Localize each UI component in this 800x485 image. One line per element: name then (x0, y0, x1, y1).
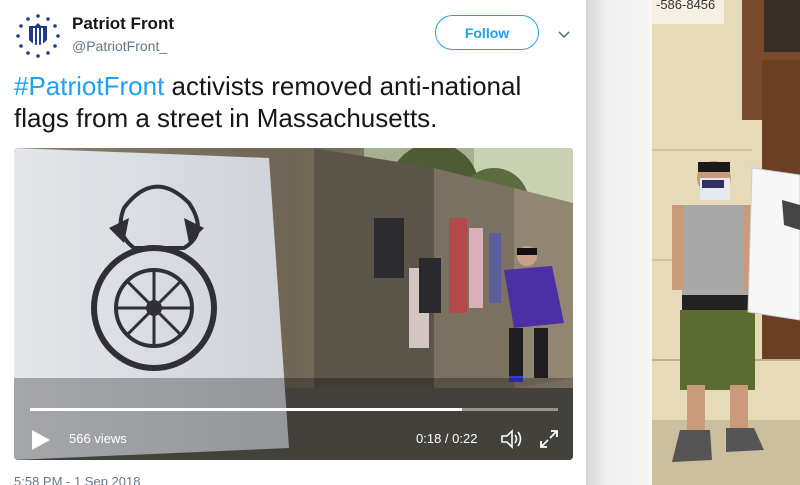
sign-number-text: -586-8456 (656, 0, 716, 12)
follow-button[interactable]: Follow (435, 15, 539, 50)
author-display-name[interactable]: Patriot Front (72, 14, 174, 34)
video-progress-fill (30, 408, 462, 411)
author-handle[interactable]: @PatriotFront_ (72, 38, 167, 54)
background-photo-scene (652, 0, 800, 485)
video-time: 0:18 / 0:22 (416, 431, 478, 446)
video-progress-bar[interactable] (30, 408, 558, 411)
patriot-front-logo-icon[interactable] (14, 12, 62, 60)
chevron-down-icon[interactable] (557, 27, 571, 41)
hashtag-link[interactable]: #PatriotFront (14, 71, 164, 101)
tweet-timestamp[interactable]: 5:58 PM - 1 Sep 2018 (14, 474, 140, 485)
tweet-card: Patriot Front @PatriotFront_ Follow #Pat… (0, 0, 586, 485)
volume-icon[interactable] (500, 428, 524, 450)
background-photo: -586-8456 (652, 0, 800, 485)
video-player[interactable]: 566 views 0:18 / 0:22 (14, 148, 573, 460)
video-view-count: 566 views (69, 431, 127, 446)
video-frame (14, 148, 573, 460)
tweet-text: #PatriotFront activists removed anti-nat… (14, 70, 574, 134)
page-gutter (586, 0, 652, 485)
play-icon[interactable] (30, 428, 52, 452)
fullscreen-icon[interactable] (539, 429, 559, 449)
